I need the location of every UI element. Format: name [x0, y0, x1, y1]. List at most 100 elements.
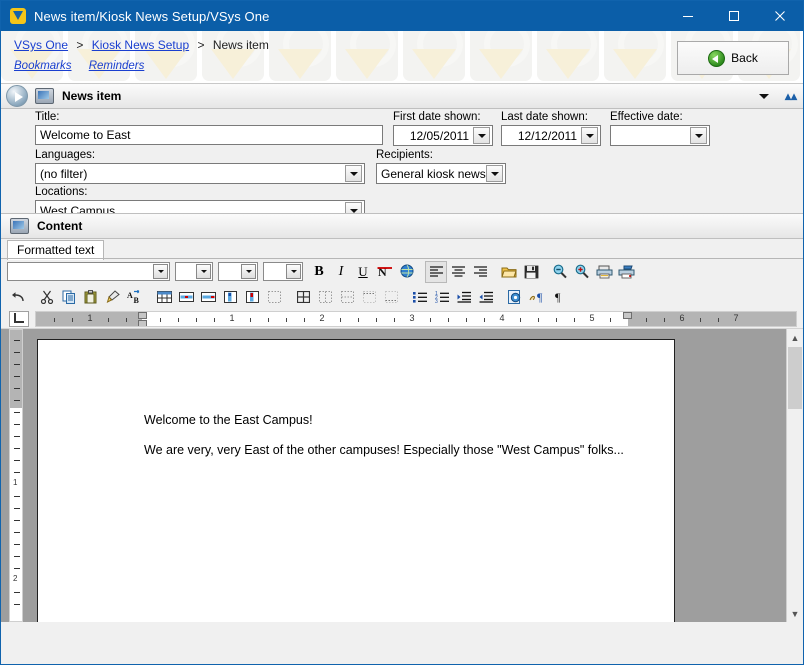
breadcrumb-item-vsys-one[interactable]: VSys One [14, 38, 68, 52]
content-page-icon [10, 218, 29, 234]
delete-column-button[interactable] [241, 286, 263, 308]
decrease-indent-button[interactable] [475, 286, 497, 308]
delete-row-button[interactable] [197, 286, 219, 308]
font-size-select[interactable] [175, 262, 213, 281]
paragraph: Welcome to the East Campus! [144, 413, 313, 427]
chevron-down-icon[interactable] [486, 165, 503, 182]
tab-formatted-text[interactable]: Formatted text [7, 240, 105, 260]
effective-date-label: Effective date: [610, 111, 683, 123]
chevron-down-icon[interactable] [345, 165, 362, 182]
underline-button[interactable]: U [352, 261, 374, 283]
table-borders-outer-button[interactable] [314, 286, 336, 308]
chevron-down-icon[interactable] [581, 127, 598, 144]
paragraph: We are very, very East of the other camp… [144, 443, 624, 457]
insert-field-button[interactable]: ¶ [526, 286, 548, 308]
document-page[interactable]: Welcome to the East Campus! We are very,… [37, 339, 675, 622]
recipients-label: Recipients: [376, 149, 433, 161]
section-header-tools: ▴▴ [758, 84, 797, 108]
insert-row-button[interactable] [175, 286, 197, 308]
bookmarks-link[interactable]: Bookmarks [14, 60, 72, 72]
open-file-button[interactable] [498, 261, 520, 283]
font-family-select[interactable] [7, 262, 170, 281]
insert-column-button[interactable] [219, 286, 241, 308]
minimize-icon[interactable] [665, 1, 711, 31]
tab-stop-icon[interactable] [9, 311, 29, 327]
first-date-shown-label: First date shown: [393, 111, 481, 123]
table-borders-top-button[interactable] [358, 286, 380, 308]
maximize-icon[interactable] [711, 1, 757, 31]
table-borders-none-button[interactable] [380, 286, 402, 308]
recipients-select[interactable]: General kiosk news [376, 163, 506, 184]
table-borders-inner-button[interactable] [336, 286, 358, 308]
chevron-down-icon[interactable] [473, 127, 490, 144]
svg-text:3: 3 [435, 299, 438, 303]
insert-table-button[interactable] [153, 286, 175, 308]
back-button[interactable]: Back [677, 41, 789, 75]
chevron-down-icon[interactable] [153, 264, 168, 279]
left-indent-marker-bottom[interactable] [138, 320, 147, 326]
bullet-list-button[interactable] [409, 286, 431, 308]
first-date-shown-value: 12/05/2011 [409, 128, 469, 143]
reminders-link[interactable]: Reminders [89, 60, 145, 72]
format-painter-button[interactable] [102, 286, 124, 308]
locations-label: Locations: [35, 186, 88, 198]
strikethrough-button[interactable]: N [374, 261, 396, 283]
zoom-in-button[interactable] [571, 261, 593, 283]
caret-down-icon[interactable] [758, 93, 769, 99]
vruler-top-margin-shade [10, 330, 22, 408]
title-input[interactable]: Welcome to East [35, 125, 383, 145]
zoom-out-button[interactable] [549, 261, 571, 283]
bold-button[interactable]: B [308, 261, 330, 283]
align-right-button[interactable] [469, 261, 491, 283]
svg-text:¶: ¶ [555, 290, 561, 304]
document-text[interactable]: Welcome to the East Campus! We are very,… [144, 412, 646, 472]
copy-button[interactable] [58, 286, 80, 308]
insert-object-button[interactable] [504, 286, 526, 308]
cut-button[interactable] [36, 286, 58, 308]
print-button[interactable] [593, 261, 615, 283]
increase-indent-button[interactable] [453, 286, 475, 308]
align-left-button[interactable] [425, 260, 447, 283]
vsys-logo-icon [10, 8, 26, 24]
show-paragraph-marks-button[interactable]: ¶ [548, 286, 570, 308]
languages-select[interactable]: (no filter) [35, 163, 365, 184]
find-replace-button[interactable]: AB [124, 286, 146, 308]
table-borders-all-button[interactable] [292, 286, 314, 308]
content-section-title: Content [37, 219, 83, 233]
undo-button[interactable] [7, 286, 29, 308]
first-date-shown-input[interactable]: 12/05/2011 [393, 125, 493, 146]
vertical-scrollbar[interactable]: ▲ ▼ [786, 329, 803, 622]
scrollbar-thumb[interactable] [788, 347, 802, 409]
zoom-select[interactable] [263, 262, 303, 281]
save-file-button[interactable] [520, 261, 542, 283]
style-select[interactable] [218, 262, 258, 281]
close-icon[interactable] [757, 1, 803, 31]
print-preview-button[interactable] [615, 261, 637, 283]
paste-button[interactable] [80, 286, 102, 308]
tab-underline [1, 258, 803, 259]
left-indent-marker[interactable] [138, 312, 147, 319]
chevron-down-icon[interactable] [690, 127, 707, 144]
numbered-list-button[interactable]: 123 [431, 286, 453, 308]
svg-text:¶: ¶ [537, 290, 543, 304]
chevron-down-icon[interactable] [241, 264, 256, 279]
chevron-up-icon[interactable]: ▴▴ [785, 90, 797, 102]
application-window: News item/Kiosk News Setup/VSys One VSys… [0, 0, 804, 665]
scroll-up-icon[interactable]: ▲ [787, 329, 803, 346]
breadcrumb-item-kiosk-news-setup[interactable]: Kiosk News Setup [92, 38, 189, 52]
expand-play-icon[interactable] [6, 85, 28, 107]
merge-cells-button[interactable] [263, 286, 285, 308]
ruler-scale[interactable]: 1 1 2 3 4 5 6 7 [35, 311, 797, 327]
editor-toolbar-row-1: B I U N [1, 259, 803, 284]
text-color-button[interactable] [396, 261, 418, 283]
back-button-label: Back [731, 51, 758, 65]
right-indent-marker[interactable] [623, 312, 632, 319]
chevron-down-icon[interactable] [196, 264, 211, 279]
window-controls [665, 1, 803, 31]
italic-button[interactable]: I [330, 261, 352, 283]
chevron-down-icon[interactable] [286, 264, 301, 279]
effective-date-input[interactable] [610, 125, 710, 146]
last-date-shown-input[interactable]: 12/12/2011 [501, 125, 601, 146]
align-center-button[interactable] [447, 261, 469, 283]
scroll-down-icon[interactable]: ▼ [787, 605, 803, 622]
